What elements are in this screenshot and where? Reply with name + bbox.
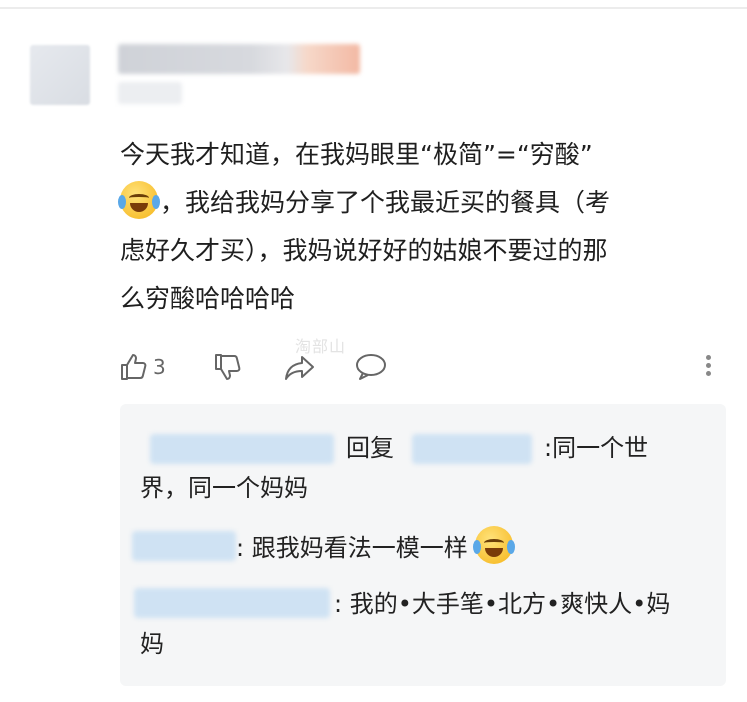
comment-line-3: 虑好久才买），我妈说好好的姑娘不要过的那 — [120, 236, 608, 265]
laughing-crying-emoji-icon — [118, 181, 160, 219]
username-blurred[interactable] — [118, 44, 360, 74]
reply-author-blurred[interactable] — [150, 434, 334, 464]
thumbs-up-icon — [121, 354, 147, 380]
avatar[interactable] — [30, 45, 90, 105]
reply-1-text: :同一个世 — [544, 434, 649, 462]
share-icon — [285, 356, 314, 380]
reply-button[interactable] — [354, 350, 388, 384]
dislike-button[interactable] — [212, 350, 244, 384]
replies-panel: 回复 :同一个世 界，同一个妈妈 : 跟我妈看法一模一样 : 我的•大手笔•北方… — [120, 404, 726, 686]
laughing-crying-emoji-icon — [473, 526, 516, 564]
comment-icon — [356, 354, 386, 380]
reply-2: : 跟我妈看法一模一样 — [236, 526, 516, 569]
comment-line-2-text: ，我给我妈分享了个我最近买的餐具（考 — [160, 188, 611, 217]
reply-target-blurred[interactable] — [412, 434, 532, 464]
like-button[interactable]: 3 — [118, 350, 166, 384]
reply-1-text-cont: 界，同一个妈妈 — [140, 474, 308, 502]
reply-3-text-cont: 妈 — [140, 630, 164, 658]
comment-line-4: 么穷酸哈哈哈哈 — [120, 284, 296, 313]
reply-3-text: : 我的•大手笔•北方•爽快人•妈 — [334, 590, 671, 618]
reply-author-blurred[interactable] — [132, 531, 236, 561]
comment-line-1: 今天我才知道，在我妈眼里“极简”=“穷酸” — [120, 140, 593, 169]
top-divider — [0, 7, 747, 9]
comment-actions: 3 — [118, 350, 728, 386]
comment-line-2: ，我给我妈分享了个我最近买的餐具（考 — [118, 179, 720, 227]
more-icon[interactable] — [703, 352, 713, 382]
thumbs-down-icon — [215, 354, 241, 380]
reply-author-blurred[interactable] — [134, 588, 330, 618]
like-count: 3 — [153, 355, 166, 379]
timestamp-blurred — [118, 82, 182, 104]
reply-2-text: : 跟我妈看法一模一样 — [236, 534, 468, 562]
share-button[interactable] — [283, 350, 317, 384]
comment-body: 今天我才知道，在我妈眼里“极简”=“穷酸” ，我给我妈分享了个我最近买的餐具（考… — [118, 131, 720, 323]
reply-label: 回复 — [346, 434, 394, 462]
